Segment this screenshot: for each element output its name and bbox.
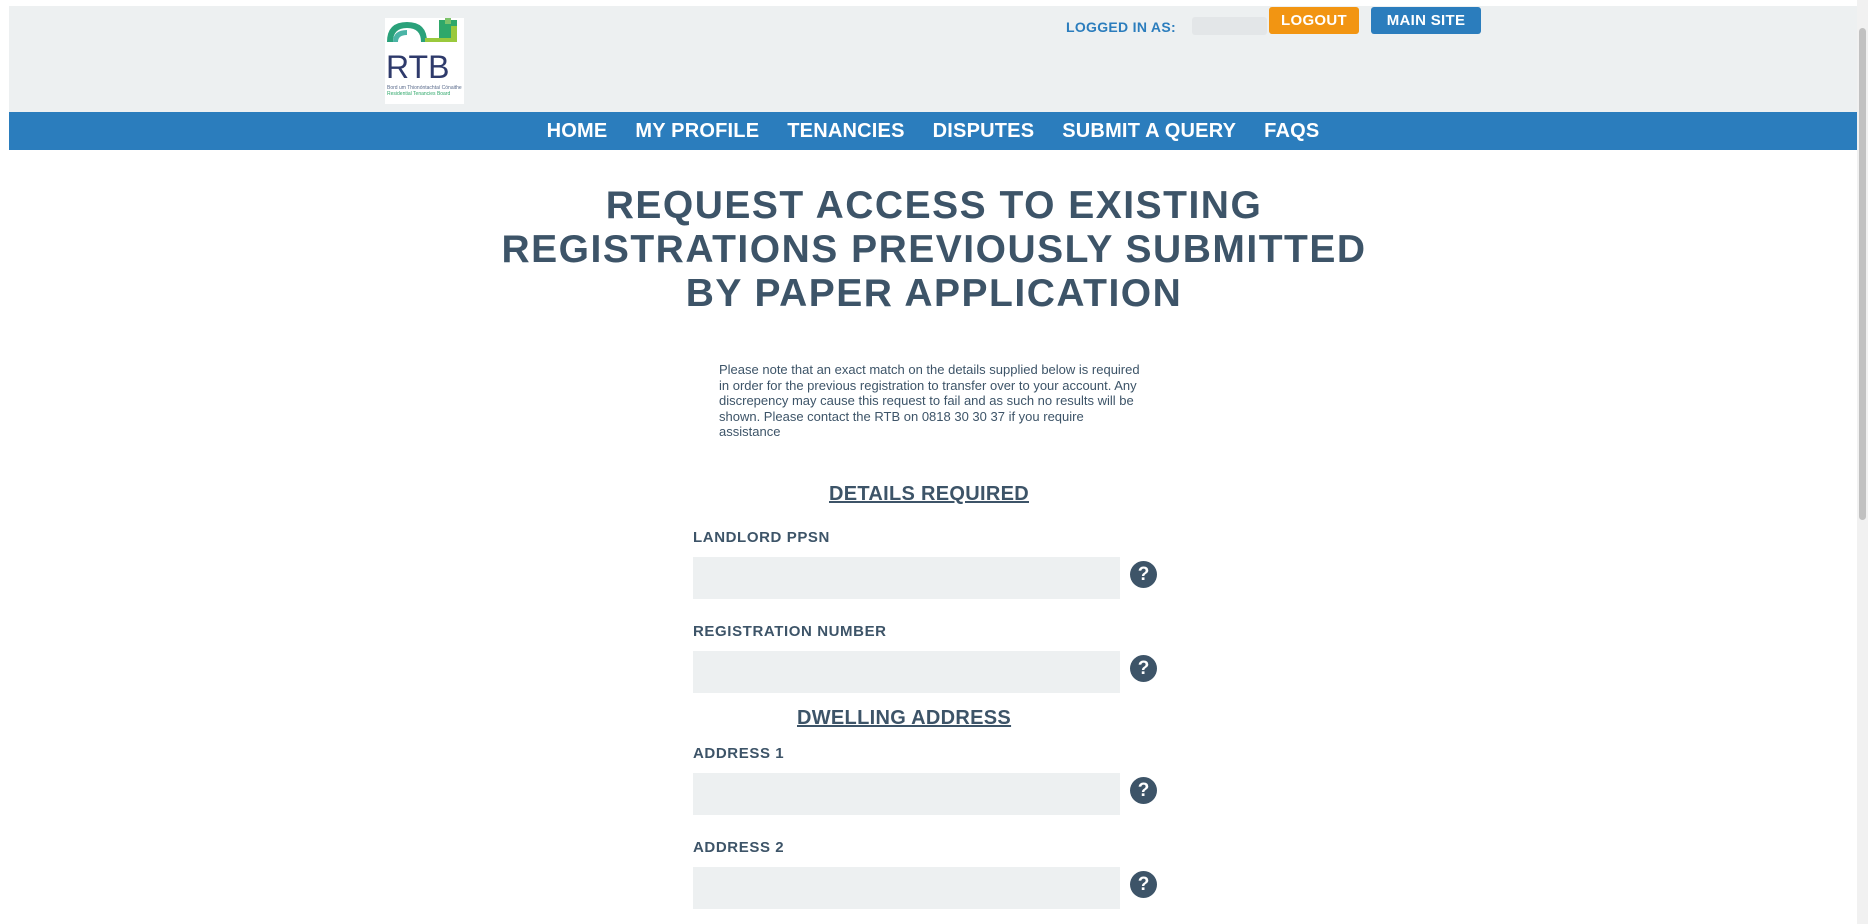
address-1-label: ADDRESS 1 [693, 745, 785, 762]
nav-item-disputes[interactable]: DISPUTES [933, 120, 1035, 143]
logged-in-username [1192, 17, 1267, 35]
question-circle-icon[interactable]: ? [1130, 655, 1157, 682]
main-site-button[interactable]: MAIN SITE [1371, 7, 1481, 34]
page-title-line-2: REGISTRATIONS PREVIOUSLY SUBMITTED [501, 228, 1367, 271]
address-1-input[interactable] [693, 773, 1120, 815]
nav-item-faqs[interactable]: FAQS [1264, 120, 1319, 143]
page-title: REQUEST ACCESS TO EXISTING REGISTRATIONS… [434, 184, 1434, 316]
page-scrollbar[interactable] [1857, 0, 1868, 924]
rtb-logo-graphic: RTB Bord um Thionóntachtaí Cónaithe Resi… [386, 18, 462, 97]
notice-text: Please note that an exact match on the d… [719, 362, 1140, 440]
question-circle-icon[interactable]: ? [1130, 777, 1157, 804]
address-2-input[interactable] [693, 867, 1120, 909]
nav-item-my-profile[interactable]: MY PROFILE [635, 120, 759, 143]
landlord-ppsn-input[interactable] [693, 557, 1120, 599]
nav-item-home[interactable]: HOME [547, 120, 608, 143]
landlord-ppsn-label: LANDLORD PPSN [693, 529, 830, 546]
address-2-label: ADDRESS 2 [693, 839, 785, 856]
site-header: RTB Bord um Thionóntachtaí Cónaithe Resi… [9, 6, 1857, 112]
main-nav: HOME MY PROFILE TENANCIES DISPUTES SUBMI… [9, 112, 1857, 150]
scrollbar-thumb[interactable] [1859, 28, 1866, 520]
nav-item-tenancies[interactable]: TENANCIES [787, 120, 904, 143]
logged-in-label: LOGGED IN AS: [1066, 19, 1176, 35]
page-title-line-1: REQUEST ACCESS TO EXISTING [605, 184, 1263, 227]
registration-number-label: REGISTRATION NUMBER [693, 623, 887, 640]
question-circle-icon[interactable]: ? [1130, 561, 1157, 588]
page-title-line-3: BY PAPER APPLICATION [685, 272, 1183, 315]
registration-number-input[interactable] [693, 651, 1120, 693]
logo-subtitle-english: Residential Tenancies Board [387, 91, 451, 97]
details-required-heading: DETAILS REQUIRED [829, 483, 1029, 505]
question-circle-icon[interactable]: ? [1130, 871, 1157, 898]
logout-button[interactable]: LOGOUT [1269, 7, 1359, 34]
rtb-logo[interactable]: RTB Bord um Thionóntachtaí Cónaithe Resi… [385, 18, 464, 104]
nav-item-submit-a-query[interactable]: SUBMIT A QUERY [1062, 120, 1236, 143]
dwelling-address-heading: DWELLING ADDRESS [797, 707, 1012, 729]
logo-text: RTB [386, 49, 449, 85]
